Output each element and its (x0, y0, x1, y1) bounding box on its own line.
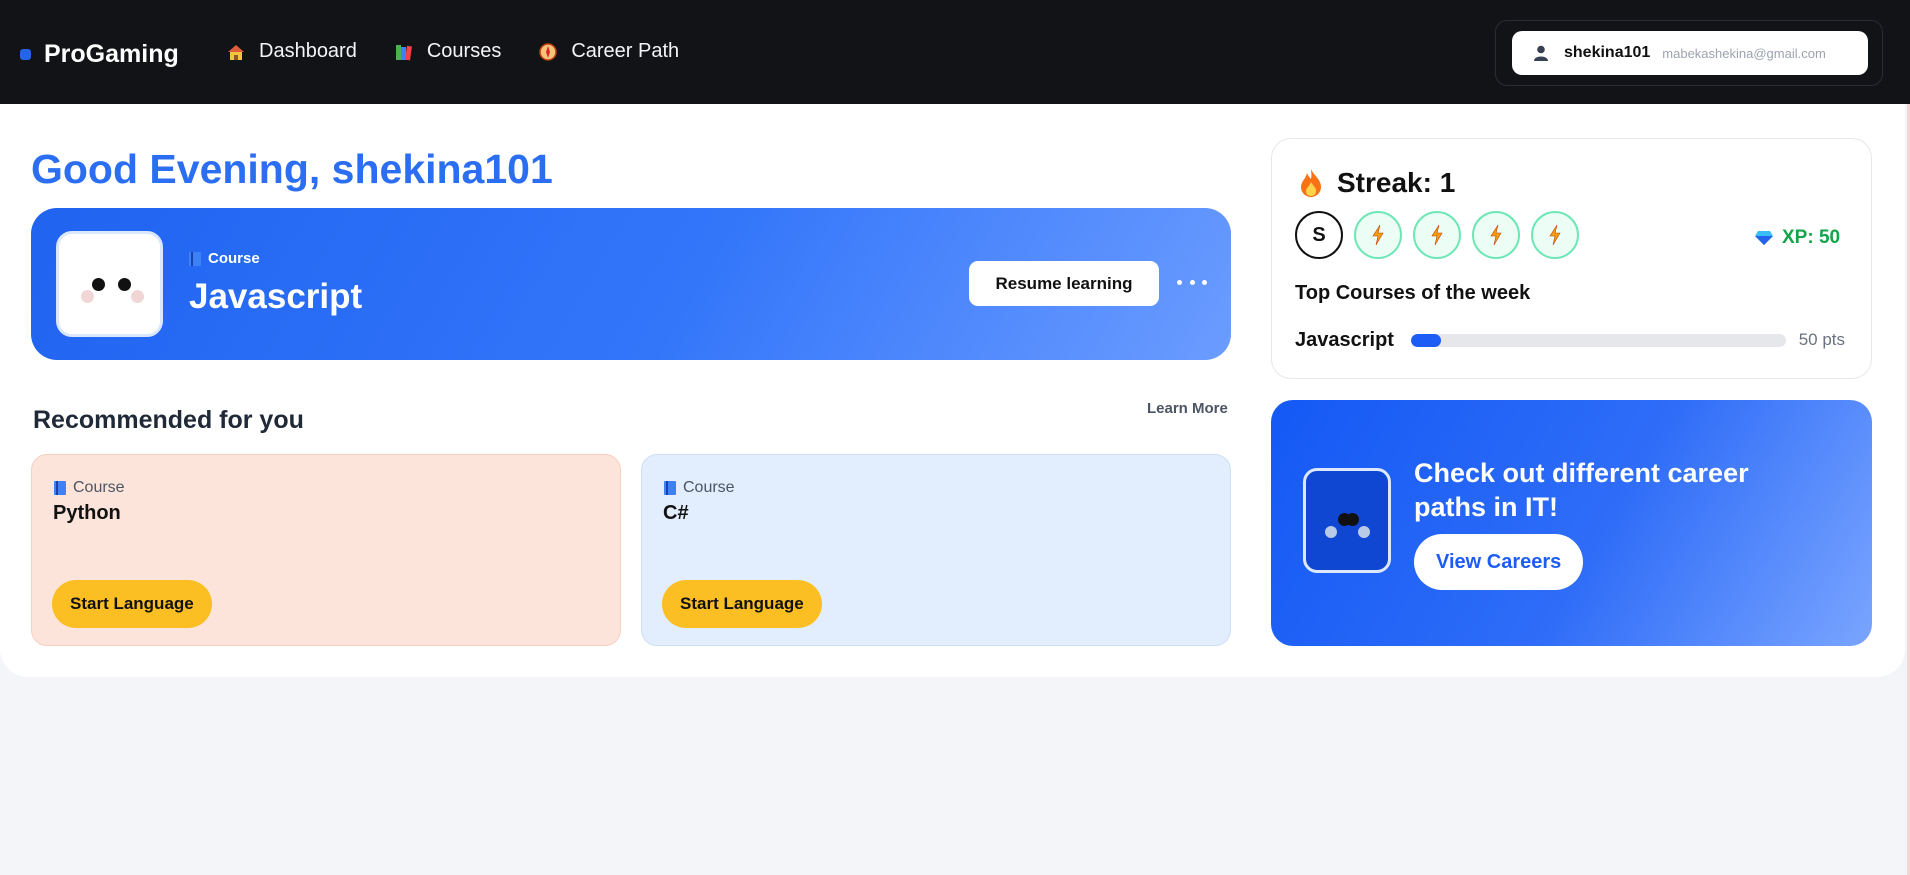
brand-dot-icon (20, 49, 31, 60)
day-badge: S (1295, 211, 1343, 259)
book-icon (189, 251, 201, 266)
mascot-cheek (81, 290, 94, 303)
user-name: shekina101 (1564, 44, 1651, 61)
top-course-points: 50 pts (1798, 330, 1845, 349)
nav-link-label: Career Path (571, 40, 680, 62)
top-navbar: ProGaming Dashboard Courses Career Path (0, 0, 1910, 104)
brand-name: ProGaming (44, 40, 179, 68)
xp-badge: XP: 50 (1754, 227, 1840, 249)
lightning-icon (1413, 211, 1461, 259)
start-language-button[interactable]: Start Language (52, 580, 212, 628)
lightning-icon (1472, 211, 1520, 259)
career-promo-text: Check out different career paths in IT! (1414, 458, 1749, 522)
lightning-icon (1354, 211, 1402, 259)
mascot-eye (118, 278, 131, 291)
top-course-name: Javascript (1295, 329, 1394, 351)
user-email: mabekashekina@gmail.com (1662, 45, 1826, 61)
mascot-avatar (56, 231, 163, 337)
learn-more-link[interactable]: Learn More (1147, 400, 1228, 417)
streak-count: Streak: 1 (1337, 167, 1456, 198)
career-promo-card: Check out different career paths in IT! … (1271, 400, 1872, 646)
house-icon (225, 41, 247, 63)
user-icon (1532, 44, 1550, 62)
course-tag: Course (189, 250, 362, 267)
current-course-card: Course Javascript Resume learning (31, 208, 1231, 360)
mascot-cheek (1325, 526, 1337, 538)
course-name: C# (663, 502, 689, 524)
main-panel: Good Evening, shekina101 Course Javascri… (0, 104, 1905, 677)
recommended-course-card: Course Python Start Language (31, 454, 621, 646)
brand-logo[interactable]: ProGaming (20, 40, 179, 69)
streak-card: Streak: 1 S XP: 50 Top Courses of the we… (1271, 138, 1872, 379)
resume-learning-button[interactable]: Resume learning (969, 261, 1159, 306)
course-tag: Course (664, 479, 735, 497)
streak-header: Streak: 1 (1299, 167, 1455, 199)
fire-icon (1299, 168, 1323, 198)
mascot-eye (92, 278, 105, 291)
mascot-eye (1346, 513, 1359, 526)
mascot-avatar (1303, 468, 1391, 573)
top-courses-title: Top Courses of the week (1295, 282, 1531, 304)
greeting-title: Good Evening, shekina101 (31, 146, 553, 192)
compass-icon (537, 41, 559, 63)
nav-link-dashboard[interactable]: Dashboard (225, 40, 357, 63)
recommended-course-card: Course C# Start Language (641, 454, 1231, 646)
nav-links: Dashboard Courses Career Path (225, 40, 715, 63)
xp-points: XP: 50 (1782, 227, 1841, 248)
book-icon (54, 481, 66, 495)
books-icon (393, 41, 415, 63)
recommended-title: Recommended for you (33, 406, 304, 434)
user-menu-wrapper: shekina101 mabekashekina@gmail.com (1495, 20, 1883, 86)
progress-fill (1411, 334, 1441, 347)
lightning-icon (1531, 211, 1579, 259)
top-course-row: Javascript 50 pts (1295, 327, 1845, 351)
course-name: Python (53, 502, 121, 524)
book-icon (664, 481, 676, 495)
nav-link-courses[interactable]: Courses (393, 40, 501, 63)
ellipsis-icon[interactable] (1177, 270, 1207, 294)
gem-icon (1754, 230, 1774, 246)
streak-days: S (1295, 211, 1590, 259)
nav-link-career-path[interactable]: Career Path (537, 40, 679, 63)
mascot-cheek (1358, 526, 1370, 538)
current-course-title: Javascript (189, 277, 363, 316)
nav-link-label: Dashboard (259, 40, 357, 62)
progress-bar (1411, 334, 1786, 347)
view-careers-button[interactable]: View Careers (1414, 534, 1584, 590)
user-menu[interactable]: shekina101 mabekashekina@gmail.com (1512, 31, 1868, 75)
course-tag: Course (54, 479, 125, 497)
mascot-cheek (131, 290, 144, 303)
nav-link-label: Courses (426, 40, 502, 62)
current-course-meta: Course Javascript (189, 250, 362, 317)
start-language-button[interactable]: Start Language (662, 580, 822, 628)
